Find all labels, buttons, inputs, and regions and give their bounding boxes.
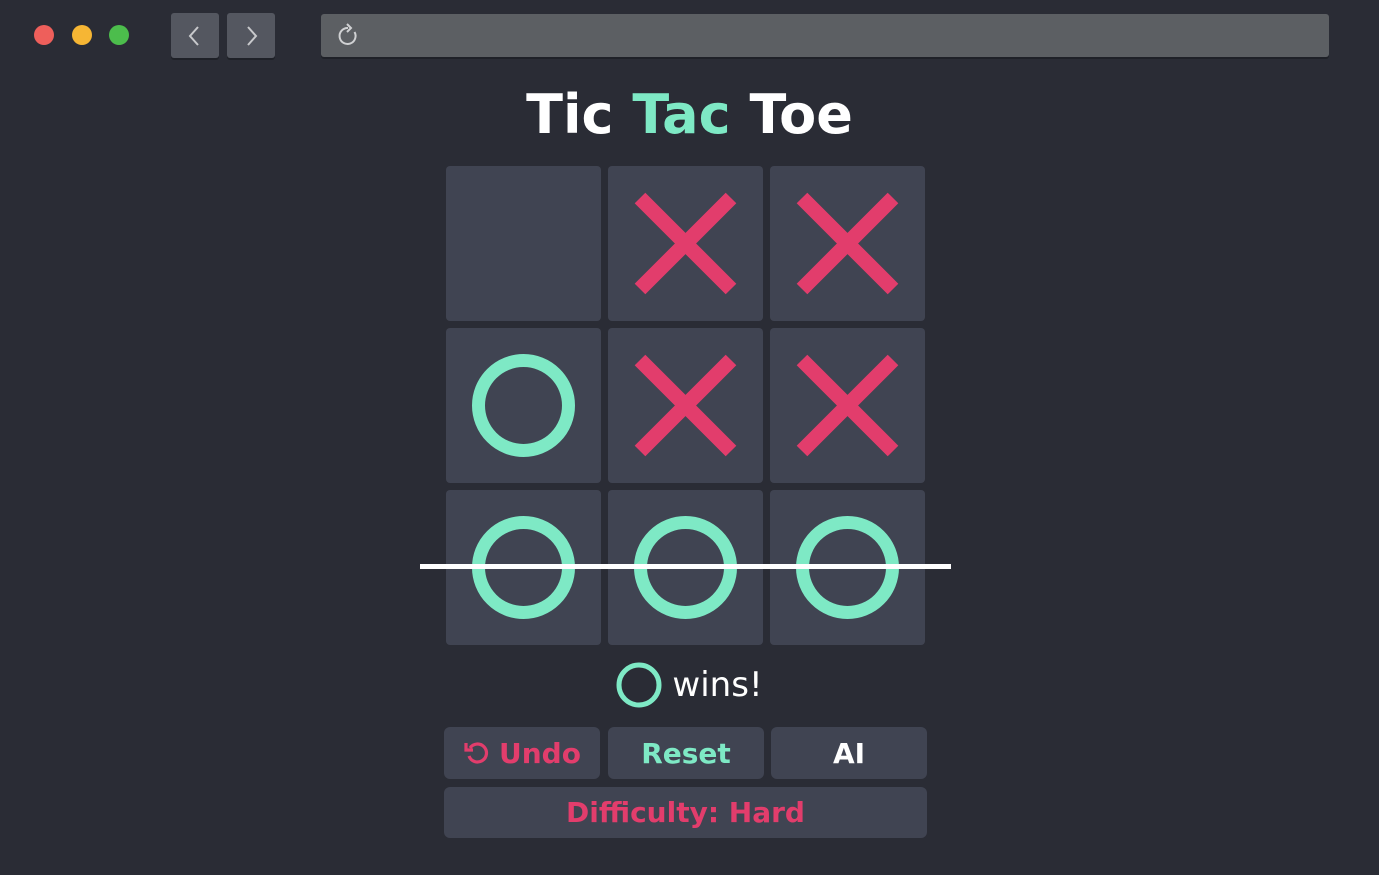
chevron-left-icon: [188, 25, 199, 46]
reset-button[interactable]: Reset: [608, 727, 764, 779]
title-word-3: Toe: [749, 83, 853, 146]
maximize-window-button[interactable]: [109, 25, 129, 45]
board-cell-2-2[interactable]: [608, 328, 763, 483]
minimize-window-button[interactable]: [72, 25, 92, 45]
x-mark-icon: [634, 192, 737, 295]
o-mark-icon: [616, 662, 662, 708]
page-title: Tic Tac Toe: [0, 80, 1379, 150]
title-word-1: Tic: [526, 83, 614, 146]
reset-label: Reset: [641, 736, 731, 770]
board-cell-1-3[interactable]: [770, 166, 925, 321]
winning-line: [420, 564, 951, 569]
address-bar[interactable]: [321, 14, 1329, 57]
difficulty-button[interactable]: Difficulty: Hard: [444, 787, 927, 838]
forward-button[interactable]: [227, 13, 275, 58]
back-button[interactable]: [171, 13, 219, 58]
x-mark-icon: [796, 192, 899, 295]
browser-chrome: [0, 0, 1379, 68]
game-board: [446, 166, 926, 646]
undo-button[interactable]: Undo: [444, 727, 600, 779]
x-mark-icon: [796, 354, 899, 457]
x-mark-icon: [634, 354, 737, 457]
o-mark-icon: [472, 354, 575, 457]
reload-icon[interactable]: [335, 23, 361, 49]
ai-label: AI: [832, 736, 866, 770]
close-window-button[interactable]: [34, 25, 54, 45]
board-cell-1-2[interactable]: [608, 166, 763, 321]
status-text: wins!: [672, 665, 763, 705]
game-status: wins!: [0, 660, 1379, 710]
undo-icon: [464, 742, 489, 764]
board-cell-2-1[interactable]: [446, 328, 601, 483]
chevron-right-icon: [247, 25, 258, 46]
board-cell-2-3[interactable]: [770, 328, 925, 483]
board-cell-1-1[interactable]: [446, 166, 601, 321]
ai-button[interactable]: AI: [771, 727, 927, 779]
difficulty-label: Difficulty: Hard: [566, 796, 805, 829]
title-word-2: Tac: [632, 83, 731, 146]
undo-label: Undo: [499, 736, 581, 770]
